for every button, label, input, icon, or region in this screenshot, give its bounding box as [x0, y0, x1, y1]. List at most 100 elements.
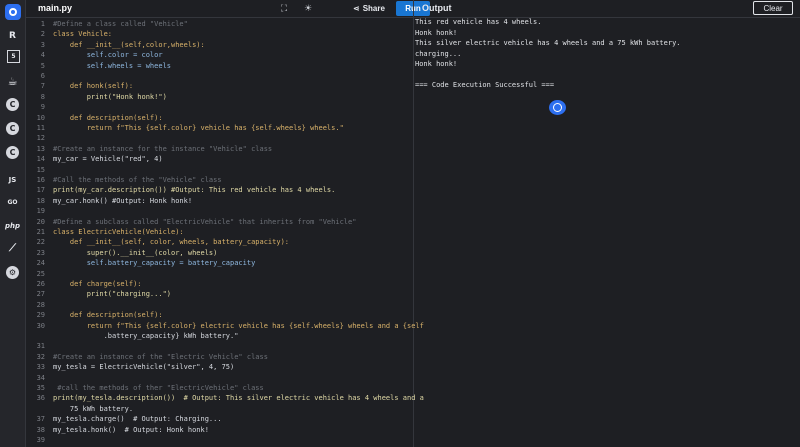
code-editor[interactable]: 1 #Define a class called "Vehicle" 2 class … — [26, 18, 424, 447]
code-line[interactable]: class Vehicle: — [53, 30, 112, 38]
code-line[interactable]: #Call the methods of the "Vehicle" class — [53, 176, 222, 184]
file-tab[interactable]: main.py — [38, 3, 72, 13]
output-line: Honk honk! — [415, 60, 458, 68]
cpp-icon[interactable]: C — [6, 122, 19, 135]
line-number: 17 — [36, 186, 45, 195]
line-number: 16 — [36, 176, 45, 184]
line-number: 29 — [36, 311, 45, 320]
output-line: charging... — [415, 49, 462, 58]
c-icon[interactable]: C — [6, 98, 19, 111]
line-number: 12 — [36, 134, 45, 143]
line-number: 3 — [40, 40, 45, 49]
code-line[interactable]: def __init__(self,color,wheels): — [53, 41, 205, 49]
code-line[interactable]: self.wheels = wheels — [53, 62, 171, 70]
output-line: This silver electric vehicle has 4 wheel… — [415, 39, 681, 47]
swift-icon[interactable]: ⟋ — [4, 240, 21, 257]
code-line[interactable]: #Create an instance for the instance "Ve… — [53, 145, 272, 153]
line-number: 32 — [36, 352, 45, 361]
pane-divider[interactable] — [413, 0, 414, 447]
output-line: This red vehicle has 4 wheels. — [415, 18, 542, 26]
code-line[interactable]: print("charging...") — [53, 290, 171, 298]
line-number: 14 — [36, 155, 45, 164]
java-icon[interactable]: ☕ — [4, 73, 21, 90]
line-number: 18 — [36, 196, 45, 205]
rust-icon[interactable]: ⚙ — [6, 266, 19, 279]
clear-button[interactable]: Clear — [753, 1, 793, 15]
line-number: 28 — [36, 300, 45, 309]
line-number: 37 — [36, 415, 45, 424]
line-number: 5 — [40, 61, 45, 70]
code-line[interactable]: def honk(self): — [53, 82, 133, 90]
line-number: 13 — [36, 144, 45, 153]
line-number: 36 — [36, 394, 45, 403]
code-line[interactable]: #Define a subclass called "ElectricVehic… — [53, 218, 356, 226]
go-icon[interactable]: GO — [4, 194, 21, 211]
php-icon[interactable]: php — [4, 217, 21, 234]
code-line[interactable]: def charge(self): — [53, 280, 142, 288]
code-line[interactable]: print("Honk honk!") — [53, 93, 167, 101]
line-number: 8 — [40, 92, 45, 101]
output-header: Output Clear — [414, 0, 800, 18]
line-number: 19 — [36, 207, 45, 216]
line-number: 24 — [36, 259, 45, 268]
code-line[interactable]: self.battery_capacity = battery_capacity — [53, 259, 256, 267]
line-number: 23 — [36, 248, 45, 257]
line-number: 33 — [36, 363, 45, 372]
r-icon[interactable]: R — [4, 27, 21, 44]
code-line[interactable]: my_tesla = ElectricVehicle("silver", 4, … — [53, 363, 234, 371]
editor-header: main.py ⛶ ☀ ⋖ Share Run — [26, 0, 430, 18]
code-line[interactable]: return f"This {self.color} vehicle has {… — [53, 124, 344, 132]
theme-toggle-icon[interactable]: ☀ — [301, 2, 315, 15]
share-button[interactable]: ⋖ Share — [353, 2, 385, 15]
code-line[interactable]: def __init__(self, color, wheels, batter… — [53, 238, 289, 246]
code-line[interactable]: my_car = Vehicle("red", 4) — [53, 155, 163, 163]
line-number: 27 — [36, 290, 45, 299]
line-number: 34 — [36, 373, 45, 382]
floating-help-button[interactable] — [549, 100, 566, 115]
code-line[interactable]: super().__init__(color, wheels) — [53, 249, 218, 257]
code-line[interactable]: #Create an instance of the "Electric Veh… — [53, 353, 268, 361]
code-line[interactable]: my_car.honk() #Output: Honk honk! — [53, 197, 192, 205]
line-number: 21 — [36, 228, 45, 236]
fullscreen-icon[interactable]: ⛶ — [277, 2, 291, 15]
output-console: This red vehicle has 4 wheels. Honk honk!… — [415, 18, 681, 92]
html5-icon[interactable]: 5 — [7, 50, 20, 63]
line-number: 31 — [36, 342, 45, 351]
line-number: 35 — [36, 384, 45, 392]
code-line[interactable]: .battery_capacity} kWh battery." — [53, 332, 239, 340]
code-line[interactable]: #Define a class called "Vehicle" — [53, 20, 188, 28]
line-number: 30 — [36, 321, 45, 330]
line-number: 22 — [36, 238, 45, 247]
output-title: Output — [422, 3, 452, 13]
line-number: 26 — [36, 280, 45, 288]
line-number: 6 — [40, 72, 45, 80]
csharp-icon[interactable]: C — [6, 146, 19, 159]
language-sidebar: R 5 ☕ C C C JS GO php ⟋ ⚙ — [0, 0, 26, 447]
code-line[interactable]: my_tesla.honk() # Output: Honk honk! — [53, 426, 209, 434]
code-line[interactable]: self.color = color — [53, 51, 163, 59]
code-line[interactable]: print(my_tesla.description()) # Output: … — [53, 394, 424, 402]
output-line: Honk honk! — [415, 28, 458, 37]
python-logo-icon[interactable] — [5, 4, 21, 20]
line-number: 11 — [36, 124, 45, 132]
line-number: 10 — [36, 113, 45, 122]
code-line[interactable]: def description(self): — [53, 114, 163, 122]
code-line[interactable]: my_tesla.charge() # Output: Charging... — [53, 415, 222, 423]
line-number: 20 — [36, 217, 45, 226]
line-number: 15 — [36, 165, 45, 174]
line-number: 38 — [36, 425, 45, 434]
output-line: === Code Execution Successful === — [415, 81, 555, 89]
code-line[interactable]: def description(self): — [53, 311, 163, 319]
share-icon: ⋖ — [353, 4, 360, 13]
line-number: 2 — [40, 30, 45, 39]
code-line[interactable]: return f"This {self.color} electric vehi… — [53, 322, 424, 330]
line-number: 1 — [40, 20, 45, 28]
code-line[interactable]: 75 kWh battery. — [53, 405, 133, 413]
code-line[interactable]: #call the methods of ther "ElectricVehic… — [53, 384, 264, 392]
code-line[interactable]: print(my_car.description()) #Output: Thi… — [53, 186, 335, 194]
line-number: 39 — [36, 436, 45, 444]
js-icon[interactable]: JS — [4, 171, 21, 188]
code-line[interactable]: class ElectricVehicle(Vehicle): — [53, 228, 184, 236]
share-label: Share — [362, 4, 385, 13]
line-number: 25 — [36, 269, 45, 278]
